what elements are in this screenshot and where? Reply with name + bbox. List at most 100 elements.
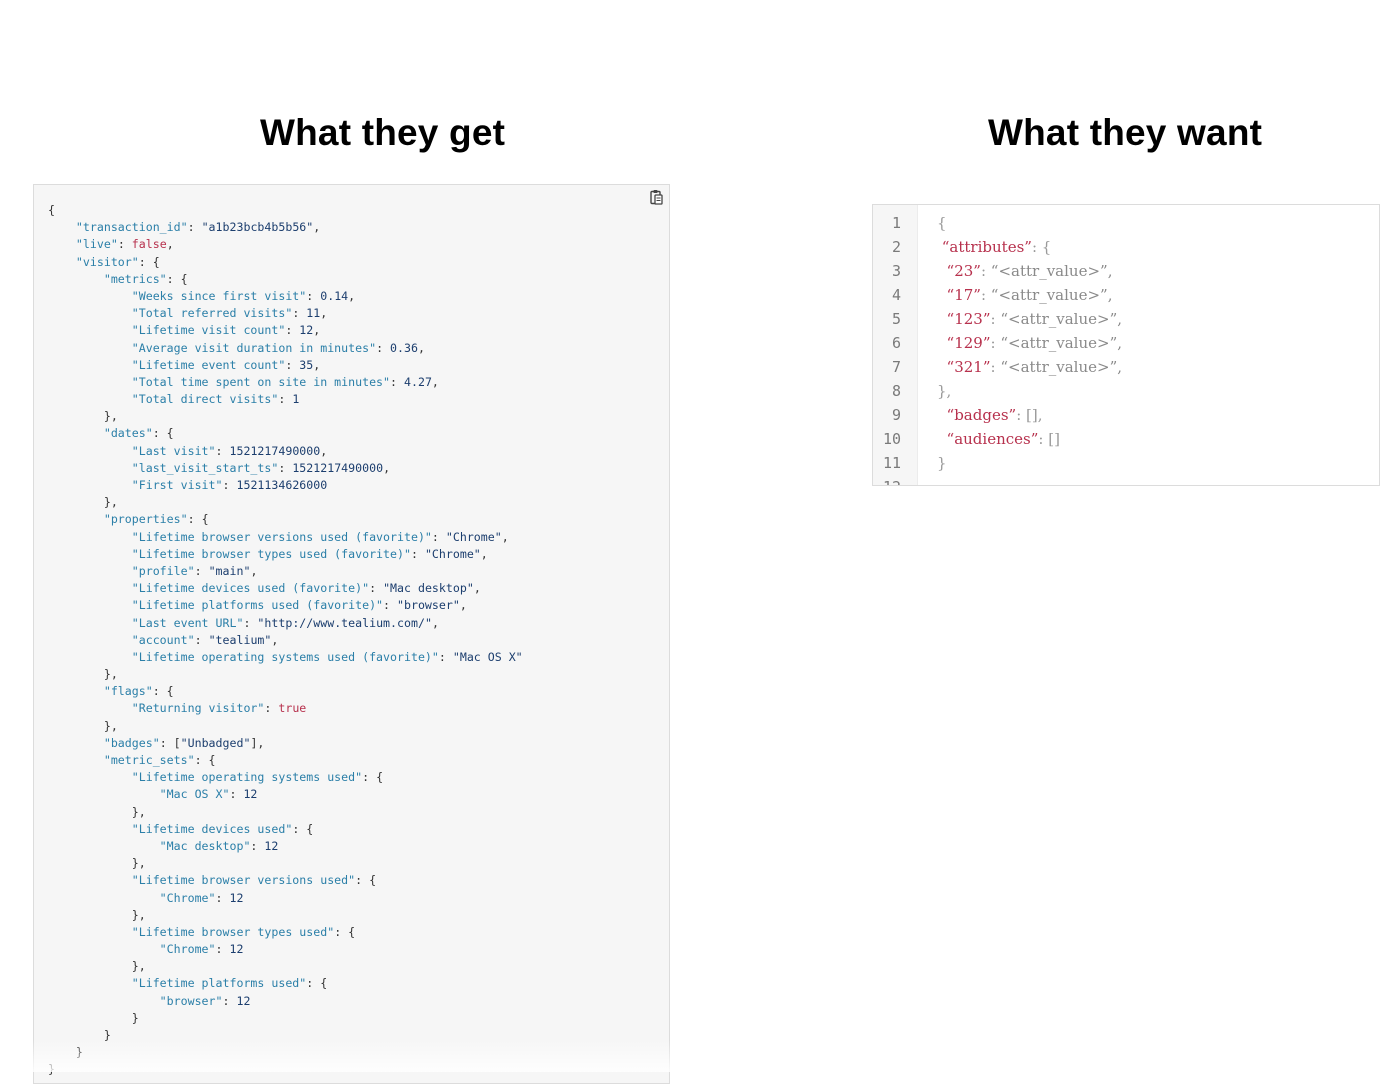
code-token: "Lifetime platforms used" [48, 976, 307, 991]
code-token: , [473, 581, 481, 596]
code-token: false [131, 237, 167, 252]
code-token: "badges" [48, 735, 160, 750]
code-token: 11 [306, 306, 321, 321]
code-token: "http://www.tealium.com/" [257, 615, 432, 630]
code-line: "Lifetime visit count": 12, [48, 322, 523, 339]
code-line: "Last visit": 1521217490000, [48, 443, 523, 460]
code-token: 1521217490000 [229, 443, 321, 458]
code-token: : [194, 563, 209, 578]
code-line: "First visit": 1521134626000 [48, 477, 523, 494]
code-token: , [417, 340, 425, 355]
desired-output-editor: 123456789101112 { “attributes”: { “23”: … [872, 204, 1380, 486]
editor-line: “badges”: [], [937, 403, 1043, 427]
code-token: : [117, 237, 132, 252]
line-number: 11 [882, 454, 901, 472]
code-line: "Lifetime platforms used (favorite)": "b… [48, 597, 523, 614]
code-line: "account": "tealium", [48, 632, 523, 649]
code-line: } [48, 1044, 523, 1061]
line-number: 6 [891, 334, 901, 352]
code-token: "Chrome" [48, 890, 216, 905]
code-token: "main" [208, 563, 251, 578]
code-token: } [48, 1062, 55, 1077]
code-token: : [222, 478, 237, 492]
code-line: }, [48, 907, 523, 924]
code-token: “attributes” [937, 238, 1032, 256]
code-token: “<attr_value>”, [1000, 358, 1123, 376]
code-token: : [980, 286, 991, 304]
code-token: "Chrome" [48, 942, 216, 957]
code-line: "metrics": { [48, 271, 523, 288]
code-token: : [194, 632, 209, 647]
code-token: "visitor" [48, 254, 139, 269]
code-token: }, [48, 667, 118, 682]
code-token: "Last event URL" [48, 615, 244, 630]
code-token: : { [194, 753, 216, 767]
code-line: "Lifetime browser versions used": { [48, 872, 523, 889]
editor-line: “123”: “<attr_value>”, [937, 307, 1122, 331]
code-token: ], [250, 735, 265, 750]
code-token: : [390, 374, 404, 389]
code-token: } [937, 454, 947, 472]
code-token: "last_visit_start_ts" [48, 460, 279, 475]
code-token: : [980, 262, 991, 280]
code-token: }, [937, 382, 952, 400]
code-token: “<attr_value>”, [1000, 310, 1123, 328]
code-token: : { [362, 770, 384, 785]
code-token: "live" [48, 237, 118, 252]
left-heading: What they get [260, 112, 506, 153]
code-token: "properties" [48, 512, 188, 527]
code-token: } [48, 1010, 139, 1025]
code-token: 12 [236, 993, 251, 1008]
code-token: , [271, 632, 279, 647]
code-token: "Weeks since first visit" [48, 288, 307, 303]
code-token: }, [48, 718, 118, 733]
code-token: : { [355, 873, 377, 888]
code-token: “17” [937, 286, 981, 304]
code-token: , [313, 323, 321, 338]
code-token: : [383, 598, 398, 613]
code-token: : [990, 358, 1001, 376]
code-token: "transaction_id" [48, 220, 188, 235]
code-token: 12 [243, 787, 258, 802]
code-token: : [438, 649, 453, 664]
code-token: 12 [264, 838, 279, 853]
code-token: : [410, 546, 425, 561]
code-line: "Lifetime platforms used": { [48, 975, 523, 992]
code-line: "Total time spent on site in minutes": 4… [48, 374, 523, 391]
code-line: "profile": "main", [48, 563, 523, 580]
code-token: “<attr_value>”, [1000, 334, 1123, 352]
code-token: }, [48, 804, 146, 819]
code-token: : [] [1038, 430, 1060, 448]
line-number: 1 [891, 214, 901, 232]
code-token: "Mac OS X" [48, 787, 230, 802]
code-token: "Lifetime platforms used (favorite)" [48, 598, 384, 613]
code-line: "metric_sets": { [48, 752, 523, 769]
code-token: : { [152, 684, 174, 699]
code-token: "Lifetime browser types used (favorite)" [48, 546, 411, 561]
editor-line: “attributes”: { [937, 235, 1052, 259]
code-line: "Mac desktop": 12 [48, 838, 523, 855]
code-line: "live": false, [48, 236, 523, 253]
code-line: }, [48, 408, 523, 425]
code-token: true [278, 701, 307, 716]
line-number: 9 [891, 406, 901, 424]
clipboard-icon[interactable] [649, 189, 663, 205]
code-line: "Total referred visits": 11, [48, 305, 523, 322]
code-token: }, [48, 495, 118, 510]
code-token: , [383, 460, 391, 475]
code-token: "Unbadged" [180, 735, 251, 750]
code-token: : { [138, 254, 160, 269]
code-line: "properties": { [48, 511, 523, 528]
code-token: , [459, 598, 467, 613]
code-token: "account" [48, 632, 195, 647]
code-line: "Lifetime event count": 35, [48, 357, 523, 374]
code-token: "Lifetime event count" [48, 357, 286, 372]
code-token: "First visit" [48, 478, 223, 492]
code-line: }, [48, 666, 523, 683]
code-token: : [215, 890, 230, 905]
code-token: : [292, 306, 307, 321]
code-token: 12 [229, 890, 244, 905]
code-line: "browser": 12 [48, 993, 523, 1010]
code-token: "dates" [48, 426, 153, 441]
code-line: }, [48, 804, 523, 821]
